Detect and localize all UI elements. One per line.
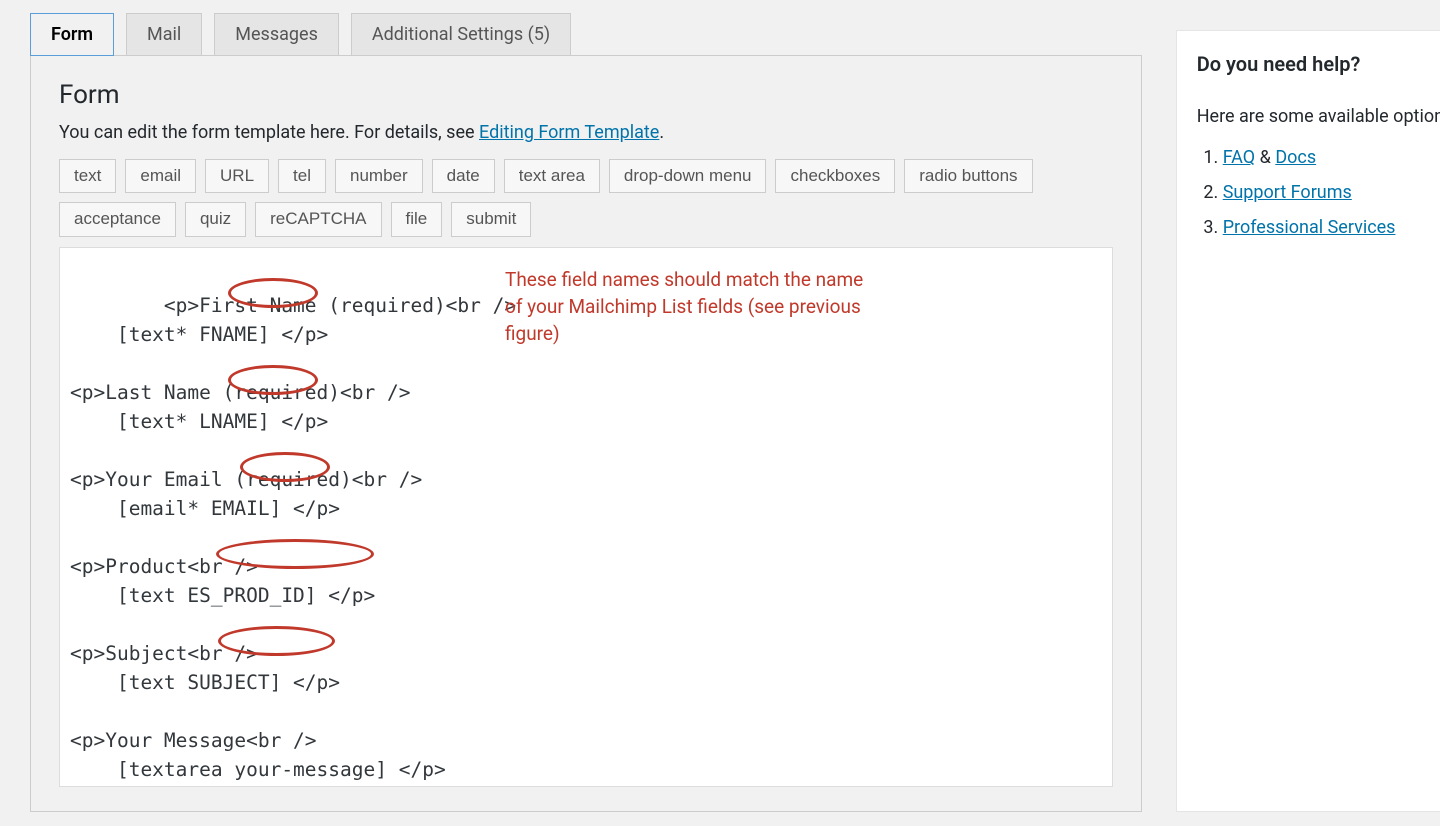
tag-date-button[interactable]: date [432, 159, 495, 193]
form-panel: Form You can edit the form template here… [30, 55, 1142, 812]
form-template-textarea[interactable]: <p>First Name (required)<br /> [text* FN… [59, 247, 1113, 787]
faq-link[interactable]: FAQ [1223, 147, 1255, 168]
tag-acceptance-button[interactable]: acceptance [59, 202, 176, 236]
tag-file-button[interactable]: file [391, 202, 443, 236]
panel-title: Form [59, 80, 1113, 110]
sidebar-text: Here are some available options to help … [1197, 103, 1420, 130]
tab-messages[interactable]: Messages [214, 13, 339, 56]
tag-email-button[interactable]: email [125, 159, 196, 193]
tag-radio-buttons-button[interactable]: radio buttons [904, 159, 1032, 193]
panel-intro: You can edit the form template here. For… [59, 122, 1113, 143]
sidebar-links: FAQ & Docs Support Forums Professional S… [1197, 144, 1420, 241]
docs-link[interactable]: Docs [1275, 147, 1316, 168]
tag-submit-button[interactable]: submit [451, 202, 531, 236]
form-template-code: <p>First Name (required)<br /> [text* FN… [70, 294, 516, 781]
support-forums-link[interactable]: Support Forums [1223, 182, 1352, 203]
annotation-text: These field names should match the name … [505, 266, 865, 347]
tag-text-button[interactable]: text [59, 159, 116, 193]
tag-drop-down-menu-button[interactable]: drop-down menu [609, 159, 767, 193]
tab-bar: Form Mail Messages Additional Settings (… [30, 12, 1142, 55]
tab-form[interactable]: Form [30, 13, 114, 56]
tag-url-button[interactable]: URL [205, 159, 269, 193]
professional-services-link[interactable]: Professional Services [1223, 217, 1396, 238]
tab-mail[interactable]: Mail [126, 13, 202, 56]
tab-additional-settings[interactable]: Additional Settings (5) [351, 13, 571, 56]
sidebar-title: Do you need help? [1197, 49, 1420, 79]
tag-number-button[interactable]: number [335, 159, 423, 193]
tag-tel-button[interactable]: tel [278, 159, 326, 193]
tag-generators: text email URL tel number date text area drop-d… [59, 159, 1113, 237]
editing-form-template-link[interactable]: Editing Form Template [479, 122, 659, 143]
tag-text-area-button[interactable]: text area [504, 159, 600, 193]
tag-recaptcha-button[interactable]: reCAPTCHA [255, 202, 381, 236]
tag-quiz-button[interactable]: quiz [185, 202, 246, 236]
help-sidebar: Do you need help? Here are some availabl… [1176, 30, 1440, 812]
tag-checkboxes-button[interactable]: checkboxes [775, 159, 895, 193]
